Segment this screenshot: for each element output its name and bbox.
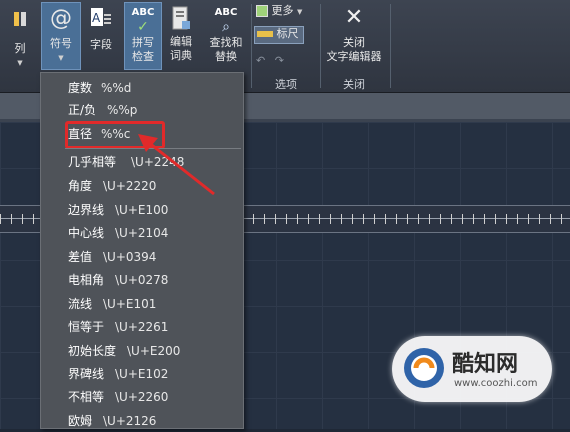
field-label: 字段: [90, 38, 112, 51]
close-label-line1: 关闭: [343, 36, 365, 49]
redo-icon[interactable]: ↷: [275, 54, 284, 67]
menu-item-name: 流线: [68, 297, 93, 311]
svg-text:A: A: [92, 11, 101, 25]
menu-item-name: 差值: [68, 250, 93, 264]
menu-item-name: 边界线: [68, 203, 105, 217]
find-icon-text: ABC: [214, 7, 238, 18]
ruler-label: 标尺: [276, 27, 299, 40]
spell-label-line1: 拼写: [132, 36, 154, 49]
dict-label-line2: 词典: [170, 49, 192, 62]
field-button[interactable]: A 字段: [84, 2, 118, 64]
annotation-arrow: [138, 134, 215, 196]
menu-item-plus-minus[interactable]: 正/负 %%p: [41, 99, 243, 121]
spell-check-icon: ABC ✓: [125, 6, 161, 34]
menu-item-name: 几乎相等: [68, 155, 117, 169]
watermark-logo-icon: [404, 348, 444, 388]
undo-icon[interactable]: ↶: [256, 54, 265, 67]
close-editor-button[interactable]: ✕ 关闭 文字编辑器: [322, 2, 386, 70]
ruler-icon: [257, 31, 273, 37]
dictionary-icon: [170, 5, 192, 33]
ruler-button[interactable]: 标尺: [254, 26, 304, 44]
menu-item-name: 角度: [68, 179, 93, 193]
close-panel-title: 关闭: [343, 78, 365, 91]
find-label-line1: 查找和: [209, 36, 243, 49]
find-replace-icon: ABC ⌕: [204, 6, 248, 34]
menu-item-code: %%p: [107, 103, 138, 117]
menu-item-name: 电相角: [68, 273, 105, 287]
menu-item-not-equal[interactable]: 不相等 \U+2260: [41, 386, 243, 408]
checkbox-icon: [256, 5, 268, 17]
at-sign-icon: @: [50, 6, 72, 31]
menu-item-code: \U+E100: [115, 203, 169, 217]
menu-item-name: 界碑线: [68, 367, 105, 381]
find-replace-button[interactable]: ABC ⌕ 查找和 替换: [204, 2, 248, 70]
spell-check-button[interactable]: ABC ✓ 拼写 检查: [124, 2, 162, 70]
watermark-url: www.coozhi.com: [454, 378, 538, 389]
chevron-down-icon: ▼: [17, 59, 23, 67]
chevron-down-icon: ▼: [58, 54, 64, 62]
options-panel-title: 选项: [275, 78, 297, 91]
symbol-label: 符号: [50, 37, 72, 50]
menu-item-flow-line[interactable]: 流线 \U+E101: [41, 293, 243, 315]
menu-item-code: \U+0394: [103, 250, 157, 264]
menu-item-name: 正/负: [68, 103, 97, 117]
menu-item-code: \U+2261: [115, 320, 169, 334]
close-icon: ✕: [344, 5, 364, 30]
more-button[interactable]: 更多 ▼: [256, 4, 316, 22]
menu-item-code: %%d: [101, 81, 132, 95]
menu-item-degree[interactable]: 度数 %%d: [41, 77, 243, 99]
divider: [320, 4, 321, 88]
find-label-line2: 替换: [215, 50, 237, 63]
menu-item-code: \U+E102: [115, 367, 169, 381]
watermark: 酷知网 www.coozhi.com: [392, 336, 552, 402]
spell-label-line2: 检查: [132, 50, 154, 63]
dict-label-line1: 编辑: [170, 35, 192, 48]
menu-item-identical[interactable]: 恒等于 \U+2261: [41, 316, 243, 338]
menu-item-code: \U+2260: [115, 390, 169, 404]
menu-item-code: \U+2104: [115, 226, 169, 240]
column-button[interactable]: 列 ▼: [6, 6, 34, 68]
close-label-line2: 文字编辑器: [326, 50, 382, 63]
divider: [390, 4, 391, 88]
columns-icon: [12, 10, 28, 28]
menu-item-name: 不相等: [68, 390, 105, 404]
symbol-button[interactable]: @ 符号 ▼: [41, 2, 81, 70]
menu-item-center-line[interactable]: 中心线 \U+2104: [41, 222, 243, 244]
menu-item-name: 恒等于: [68, 320, 105, 334]
more-label: 更多: [271, 4, 294, 17]
divider: [251, 4, 252, 88]
menu-item-name: 初始长度: [68, 344, 117, 358]
menu-item-code: \U+0278: [115, 273, 169, 287]
undo-redo-group[interactable]: ↶ ↷: [256, 54, 306, 68]
menu-item-monument-line[interactable]: 界碑线 \U+E102: [41, 363, 243, 385]
edit-dictionary-button[interactable]: 编辑 词典: [164, 2, 198, 70]
menu-item-code: \U+E101: [103, 297, 157, 311]
menu-item-boundary-line[interactable]: 边界线 \U+E100: [41, 199, 243, 221]
menu-item-name: 中心线: [68, 226, 105, 240]
menu-item-initial-length[interactable]: 初始长度 \U+E200: [41, 340, 243, 362]
menu-item-code: \U+E200: [127, 344, 181, 358]
spell-icon-text: ABC: [131, 7, 155, 18]
menu-item-name: 度数: [68, 81, 93, 95]
menu-item-electrical-angle[interactable]: 电相角 \U+0278: [41, 269, 243, 291]
column-label: 列: [14, 42, 26, 55]
menu-item-delta[interactable]: 差值 \U+0394: [41, 246, 243, 268]
chevron-down-icon: ▼: [297, 8, 303, 16]
watermark-brand: 酷知网: [452, 352, 519, 377]
field-icon: A: [89, 6, 113, 32]
